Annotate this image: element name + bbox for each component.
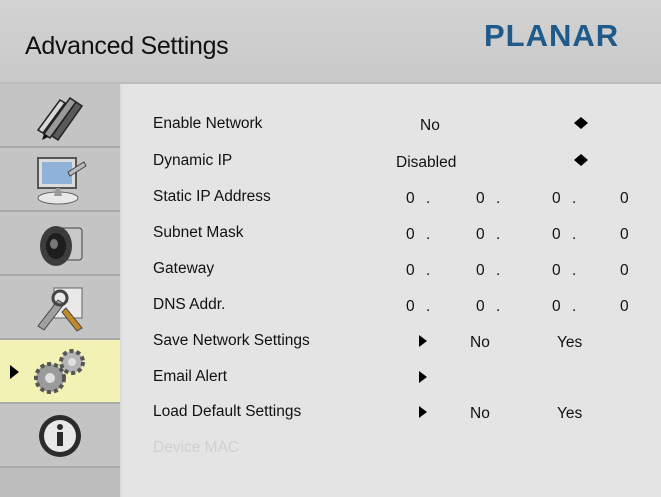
ip-octet[interactable]: 0 — [406, 298, 415, 316]
ip-octet[interactable]: 0 — [476, 262, 485, 280]
ip-octet[interactable]: 0 — [476, 298, 485, 316]
ip-octet[interactable]: 0 — [476, 190, 485, 208]
sidebar-item-display[interactable] — [0, 148, 120, 212]
ip-dot: . — [496, 298, 501, 315]
sidebar — [0, 84, 120, 497]
load-default-label: Load Default Settings — [153, 403, 302, 420]
ip-dot: . — [572, 190, 577, 207]
ip-octet[interactable]: 0 — [406, 262, 415, 280]
email-alert-label: Email Alert — [153, 368, 228, 385]
tools-icon — [37, 287, 83, 332]
row-save-network[interactable]: Save Network Settings No Yes — [122, 322, 661, 358]
row-device-mac: Device MAC — [122, 429, 661, 465]
sidebar-item-picture[interactable] — [0, 84, 120, 148]
row-enable-network[interactable]: Enable Network No — [122, 105, 661, 141]
row-load-default[interactable]: Load Default Settings No Yes — [122, 393, 661, 429]
ip-dot: . — [426, 298, 431, 315]
load-default-no-option[interactable]: No — [470, 405, 490, 423]
save-network-yes-option[interactable]: Yes — [557, 334, 582, 352]
sidebar-item-information[interactable] — [0, 404, 120, 468]
subnet-mask-label: Subnet Mask — [153, 224, 244, 241]
planar-logo: PLANAR — [484, 18, 620, 53]
dynamic-ip-label: Dynamic IP — [153, 152, 233, 169]
row-gateway[interactable]: Gateway 0 . 0 . 0 . 0 — [122, 250, 661, 286]
ip-octet[interactable]: 0 — [406, 226, 415, 244]
sidebar-item-advanced[interactable] — [0, 340, 120, 404]
gateway-label: Gateway — [153, 260, 215, 277]
load-default-yes-option[interactable]: Yes — [557, 405, 582, 423]
ip-dot: . — [496, 262, 501, 279]
ip-octet[interactable]: 0 — [476, 226, 485, 244]
enable-network-value[interactable]: No — [420, 117, 440, 135]
triangle-right-icon[interactable] — [419, 371, 427, 383]
selection-arrow-icon — [10, 365, 19, 379]
page-title: Advanced Settings — [25, 32, 229, 60]
gears-icon — [34, 349, 85, 394]
static-ip-label: Static IP Address — [153, 188, 271, 205]
ip-octet[interactable]: 0 — [552, 226, 561, 244]
pens-icon — [36, 96, 84, 142]
enable-network-label: Enable Network — [153, 115, 263, 132]
sidebar-item-setup[interactable] — [0, 276, 120, 340]
ip-octet[interactable]: 0 — [406, 190, 415, 208]
left-right-arrows-icon[interactable] — [574, 117, 592, 131]
ip-dot: . — [426, 190, 431, 207]
row-static-ip[interactable]: Static IP Address 0 . 0 . 0 . 0 — [122, 178, 661, 214]
row-email-alert[interactable]: Email Alert — [122, 358, 661, 394]
ip-octet[interactable]: 0 — [620, 190, 629, 208]
sidebar-item-audio[interactable] — [0, 212, 120, 276]
ip-dot: . — [426, 262, 431, 279]
monitor-icon — [37, 157, 87, 205]
row-dynamic-ip[interactable]: Dynamic IP Disabled — [122, 142, 661, 178]
save-network-label: Save Network Settings — [153, 332, 310, 349]
ip-octet[interactable]: 0 — [552, 190, 561, 208]
device-mac-label: Device MAC — [153, 439, 240, 456]
row-dns-addr[interactable]: DNS Addr. 0 . 0 . 0 . 0 — [122, 286, 661, 322]
save-network-no-option[interactable]: No — [470, 334, 490, 352]
ip-dot: . — [572, 262, 577, 279]
ip-dot: . — [572, 298, 577, 315]
ip-octet[interactable]: 0 — [620, 298, 629, 316]
speaker-icon — [40, 226, 83, 266]
ip-octet[interactable]: 0 — [552, 262, 561, 280]
ip-dot: . — [572, 226, 577, 243]
dynamic-ip-value[interactable]: Disabled — [396, 154, 456, 172]
ip-octet[interactable]: 0 — [552, 298, 561, 316]
ip-octet[interactable]: 0 — [620, 262, 629, 280]
settings-panel: Enable Network No Dynamic IP Disabled St… — [122, 84, 661, 497]
ip-dot: . — [496, 190, 501, 207]
row-subnet-mask[interactable]: Subnet Mask 0 . 0 . 0 . 0 — [122, 214, 661, 250]
dns-addr-label: DNS Addr. — [153, 296, 226, 313]
triangle-right-icon — [419, 406, 427, 418]
triangle-right-icon — [419, 335, 427, 347]
info-icon — [39, 415, 81, 457]
ip-dot: . — [426, 226, 431, 243]
ip-octet[interactable]: 0 — [620, 226, 629, 244]
header-bar: Advanced Settings PLANAR — [0, 0, 661, 84]
ip-dot: . — [496, 226, 501, 243]
left-right-arrows-icon[interactable] — [574, 154, 592, 168]
